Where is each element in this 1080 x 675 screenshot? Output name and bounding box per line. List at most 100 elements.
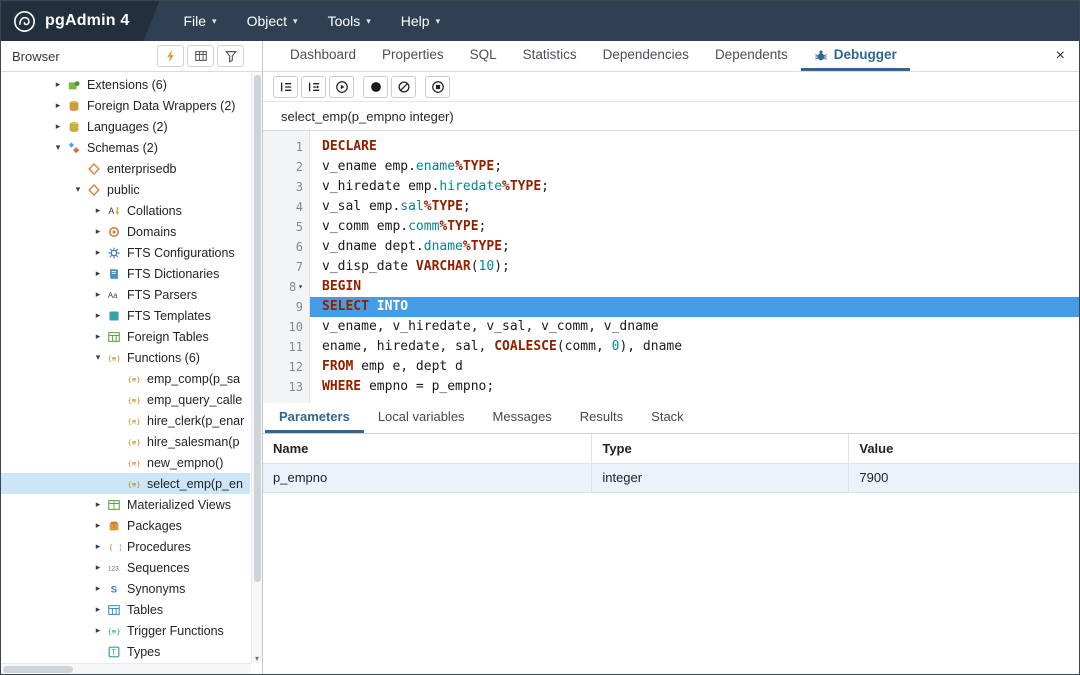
panel-tab-parameters[interactable]: Parameters [265,403,364,433]
toggle-breakpoint-button[interactable] [363,76,388,98]
tree-item-fts-templates[interactable]: ▸FTS Templates [1,305,250,326]
tree-item-types[interactable]: TTypes [1,641,250,662]
filter-button[interactable] [217,45,244,67]
tree-item-packages[interactable]: ▸Packages [1,515,250,536]
line-number[interactable]: 13 [263,377,310,397]
tab-debugger[interactable]: Debugger [801,41,910,71]
chevron-right-icon[interactable]: ▸ [91,541,105,552]
code-line[interactable]: 1DECLARE [263,137,1079,157]
tree-item-public[interactable]: ▾public [1,179,250,200]
line-number[interactable]: 9 [263,297,310,317]
tree-item-synonyms[interactable]: ▸SSynonyms [1,578,250,599]
tree-item-materialized-views[interactable]: ▸Materialized Views [1,494,250,515]
tree-item-tables[interactable]: ▸Tables [1,599,250,620]
cell-value[interactable]: 7900 [849,463,1079,492]
tree-item-fts-parsers[interactable]: ▸AaFTS Parsers [1,284,250,305]
line-number[interactable]: 8▾ [263,277,310,297]
line-number[interactable]: 7 [263,257,310,277]
menu-help[interactable]: Help▾ [401,13,440,29]
tree-item-languages-2[interactable]: ▸Languages (2) [1,116,250,137]
clear-breakpoints-button[interactable] [391,76,416,98]
line-number[interactable]: 4 [263,197,310,217]
chevron-right-icon[interactable]: ▸ [91,247,105,258]
view-data-button[interactable] [187,45,214,67]
tab-properties[interactable]: Properties [369,41,457,71]
code-line[interactable]: 6v_dname dept.dname%TYPE; [263,237,1079,257]
tree-item-trigger-functions[interactable]: ▸{≡}Trigger Functions [1,620,250,641]
line-number[interactable]: 1 [263,137,310,157]
menu-file[interactable]: File▾ [183,13,216,29]
panel-tab-results[interactable]: Results [566,403,637,433]
step-over-button[interactable] [301,76,326,98]
tree-item-sequences[interactable]: ▸123Sequences [1,557,250,578]
code-line[interactable]: 5v_comm emp.comm%TYPE; [263,217,1079,237]
tab-dashboard[interactable]: Dashboard [277,41,369,71]
tree-item-collations[interactable]: ▸ACollations [1,200,250,221]
tree-item-fts-dictionaries[interactable]: ▸FTS Dictionaries [1,263,250,284]
sidebar-horizontal-scrollbar[interactable] [1,663,251,674]
query-tool-button[interactable] [157,45,184,67]
code-line[interactable]: 3v_hiredate emp.hiredate%TYPE; [263,177,1079,197]
code-line[interactable]: 7v_disp_date VARCHAR(10); [263,257,1079,277]
stop-button[interactable] [425,76,450,98]
tree-item-domains[interactable]: ▸Domains [1,221,250,242]
menu-object[interactable]: Object▾ [247,13,298,29]
chevron-right-icon[interactable]: ▸ [91,520,105,531]
line-number[interactable]: 10 [263,317,310,337]
chevron-down-icon[interactable]: ▾ [51,142,65,153]
scrollbar-thumb[interactable] [254,75,261,582]
chevron-right-icon[interactable]: ▸ [91,226,105,237]
chevron-right-icon[interactable]: ▸ [91,499,105,510]
tree-item-emp-comp-p-sa[interactable]: {≡}emp_comp(p_sa [1,368,250,389]
tree-item-emp-query-calle[interactable]: {≡}emp_query_calle [1,389,250,410]
tree-item-enterprisedb[interactable]: enterprisedb [1,158,250,179]
panel-tab-local-variables[interactable]: Local variables [364,403,479,433]
tab-sql[interactable]: SQL [457,41,510,71]
tree-item-functions-6[interactable]: ▾{≡}Functions (6) [1,347,250,368]
code-line[interactable]: 4v_sal emp.sal%TYPE; [263,197,1079,217]
tree-item-hire-clerk-p-enar[interactable]: {≡}hire_clerk(p_enar [1,410,250,431]
tree-item-procedures[interactable]: ▸( )Procedures [1,536,250,557]
line-number[interactable]: 12 [263,357,310,377]
tree-item-foreign-tables[interactable]: ▸Foreign Tables [1,326,250,347]
scrollbar-thumb[interactable] [3,666,73,673]
code-line[interactable]: 11ename, hiredate, sal, COALESCE(comm, 0… [263,337,1079,357]
tree-item-hire-salesman-p[interactable]: {≡}hire_salesman(p [1,431,250,452]
chevron-right-icon[interactable]: ▸ [91,583,105,594]
panel-tab-stack[interactable]: Stack [637,403,698,433]
chevron-right-icon[interactable]: ▸ [51,121,65,132]
chevron-right-icon[interactable]: ▸ [91,268,105,279]
line-number[interactable]: 11 [263,337,310,357]
chevron-down-icon[interactable]: ▾ [91,352,105,363]
tab-dependents[interactable]: Dependents [702,41,801,71]
code-line[interactable]: 12FROM emp e, dept d [263,357,1079,377]
sidebar-vertical-scrollbar[interactable]: ▾ [251,73,262,663]
scroll-down-arrow-icon[interactable]: ▾ [252,654,262,663]
tree-item-foreign-data-wrappers-2[interactable]: ▸Foreign Data Wrappers (2) [1,95,250,116]
step-into-button[interactable] [273,76,298,98]
tab-statistics[interactable]: Statistics [510,41,590,71]
line-number[interactable]: 5 [263,217,310,237]
tree-item-select-emp-p-en[interactable]: {≡}select_emp(p_en [1,473,250,494]
chevron-right-icon[interactable]: ▸ [51,100,65,111]
code-line[interactable]: 9SELECT INTO [263,297,1079,317]
table-row[interactable]: p_empnointeger7900 [263,463,1079,492]
tree-item-new-empno[interactable]: {≡}new_empno() [1,452,250,473]
chevron-right-icon[interactable]: ▸ [91,205,105,216]
line-number[interactable]: 3 [263,177,310,197]
chevron-right-icon[interactable]: ▸ [91,289,105,300]
chevron-right-icon[interactable]: ▸ [91,562,105,573]
menu-tools[interactable]: Tools▾ [328,13,371,29]
tree-item-fts-configurations[interactable]: ▸FTS Configurations [1,242,250,263]
chevron-right-icon[interactable]: ▸ [91,604,105,615]
code-line[interactable]: 13WHERE empno = p_empno; [263,377,1079,397]
chevron-right-icon[interactable]: ▸ [91,331,105,342]
chevron-down-icon[interactable]: ▾ [71,184,85,195]
chevron-right-icon[interactable]: ▸ [91,310,105,321]
tree-item-extensions-6[interactable]: ▸Extensions (6) [1,74,250,95]
line-number[interactable]: 2 [263,157,310,177]
continue-button[interactable] [329,76,354,98]
line-number[interactable]: 6 [263,237,310,257]
code-line[interactable]: 2v_ename emp.ename%TYPE; [263,157,1079,177]
fold-marker-icon[interactable]: ▾ [298,277,303,297]
